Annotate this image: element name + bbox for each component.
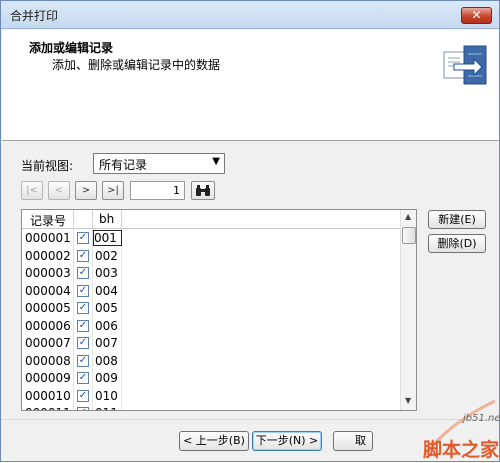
- bh-cell[interactable]: 011: [95, 406, 118, 410]
- table-row[interactable]: 000010 ✓ 010: [22, 387, 400, 404]
- table-row[interactable]: 000006 ✓ 006: [22, 317, 400, 334]
- close-button[interactable]: ✕: [461, 7, 492, 24]
- binoculars-icon: [196, 185, 210, 196]
- table-row[interactable]: 000008 ✓ 008: [22, 352, 400, 369]
- bh-cell[interactable]: 007: [95, 336, 118, 350]
- include-checkbox[interactable]: ✓: [77, 249, 89, 262]
- include-checkbox[interactable]: ✓: [77, 407, 89, 410]
- record-id-cell: 000010: [25, 388, 71, 403]
- bh-cell[interactable]: 003: [95, 266, 118, 280]
- table-row[interactable]: 000007 ✓ 007: [22, 334, 400, 351]
- column-divider: [121, 210, 122, 229]
- table-row[interactable]: 000003 ✓ 003: [22, 264, 400, 281]
- current-view-label: 当前视图:: [21, 159, 74, 173]
- first-record-button[interactable]: |<: [21, 181, 43, 200]
- bh-cell[interactable]: 005: [95, 301, 118, 315]
- scroll-up-icon[interactable]: ▲: [405, 212, 411, 221]
- include-checkbox[interactable]: ✓: [77, 372, 89, 384]
- bh-cell[interactable]: 008: [95, 354, 118, 368]
- watermark-name: 脚本之家: [423, 439, 500, 461]
- last-record-button[interactable]: >|: [102, 181, 124, 200]
- step-title: 添加或编辑记录: [29, 41, 114, 55]
- table-row[interactable]: 000001 ✓ 001: [22, 229, 400, 246]
- column-header-record-no[interactable]: 记录号: [30, 212, 66, 229]
- prev-record-button[interactable]: <: [48, 181, 70, 200]
- view-select[interactable]: 所有记录 ▼: [93, 153, 225, 174]
- record-id-cell: 000006: [25, 318, 71, 333]
- include-checkbox[interactable]: ✓: [77, 337, 89, 349]
- record-id-cell: 000002: [25, 248, 71, 263]
- table-row[interactable]: 000005 ✓ 005: [22, 299, 400, 316]
- header-panel: 添加或编辑记录 添加、删除或编辑记录中的数据: [2, 30, 499, 141]
- record-id-cell: 000009: [25, 371, 71, 385]
- bh-cell[interactable]: 002: [95, 249, 118, 263]
- record-id-cell: 000003: [25, 266, 71, 280]
- record-id-cell: 000007: [25, 336, 71, 350]
- scroll-thumb[interactable]: [402, 227, 416, 244]
- next-button[interactable]: 下一步(N) >: [252, 431, 322, 451]
- include-checkbox[interactable]: ✓: [77, 267, 89, 279]
- scroll-down-icon[interactable]: ▼: [405, 396, 411, 405]
- record-id-cell: 000001: [25, 231, 71, 245]
- record-id-cell: 000005: [25, 301, 71, 315]
- find-button[interactable]: [191, 181, 215, 200]
- bh-cell[interactable]: 006: [95, 319, 118, 333]
- table-row[interactable]: 000004 ✓ 004: [22, 282, 400, 299]
- include-checkbox[interactable]: ✓: [77, 302, 89, 314]
- grid-header: 记录号 bh: [22, 210, 400, 229]
- delete-record-button[interactable]: 删除(D): [428, 234, 486, 253]
- bh-cell[interactable]: 010: [95, 389, 118, 403]
- vertical-scrollbar[interactable]: ▲ ▼: [400, 210, 416, 410]
- title-bar[interactable]: 合并打印 ✕: [1, 1, 499, 29]
- include-checkbox[interactable]: ✓: [77, 284, 89, 297]
- table-row[interactable]: 000002 ✓ 002: [22, 247, 400, 264]
- bh-cell[interactable]: 001: [93, 230, 122, 246]
- new-record-button[interactable]: 新建(E): [428, 210, 486, 229]
- next-record-button[interactable]: >: [75, 181, 97, 200]
- bh-cell[interactable]: 004: [95, 284, 118, 298]
- cancel-button[interactable]: 取: [333, 431, 373, 451]
- records-grid[interactable]: 记录号 bh 000001 ✓ 001 000002 ✓ 002 000003 …: [21, 209, 417, 411]
- window-title: 合并打印: [10, 9, 59, 23]
- document-arrow-icon: [443, 45, 487, 85]
- table-row[interactable]: 000009 ✓ 009: [22, 369, 400, 386]
- include-checkbox[interactable]: ✓: [77, 389, 89, 402]
- column-header-bh[interactable]: bh: [99, 212, 114, 226]
- bh-cell[interactable]: 009: [95, 371, 118, 385]
- view-select-value: 所有记录: [99, 158, 148, 172]
- column-divider: [73, 210, 74, 229]
- record-id-cell: 000011: [25, 406, 71, 410]
- chevron-down-icon: ▼: [212, 156, 220, 167]
- step-subtitle: 添加、删除或编辑记录中的数据: [52, 58, 221, 72]
- watermark-url: jb51.net: [463, 413, 500, 424]
- merge-print-dialog: 合并打印 ✕ 添加或编辑记录 添加、删除或编辑记录中的数据 当前视图: 所有记录…: [0, 0, 500, 462]
- table-row[interactable]: 000011 ✓ 011: [22, 404, 400, 410]
- record-id-cell: 000008: [25, 353, 71, 368]
- column-divider: [92, 210, 93, 229]
- record-number-input[interactable]: 1: [130, 181, 185, 200]
- include-checkbox[interactable]: ✓: [77, 319, 89, 332]
- include-checkbox[interactable]: ✓: [77, 354, 89, 367]
- include-checkbox[interactable]: ✓: [77, 232, 89, 244]
- back-button[interactable]: < 上一步(B): [179, 431, 249, 451]
- record-id-cell: 000004: [25, 283, 71, 298]
